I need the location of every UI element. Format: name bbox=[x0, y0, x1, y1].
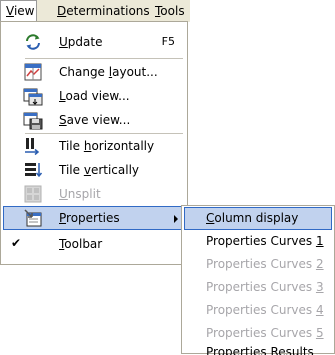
menu-item-tile-horizontally[interactable]: Tile horizontally bbox=[3, 134, 185, 158]
menu-view[interactable]: View bbox=[0, 0, 37, 22]
tile-vertical-icon bbox=[23, 160, 43, 180]
checkmark-icon: ✔ bbox=[10, 236, 22, 250]
menu-item-tile-vertically-label: Tile vertically bbox=[59, 163, 140, 177]
layout-icon bbox=[23, 62, 43, 82]
submenu-item-column-display[interactable]: Column display bbox=[184, 207, 332, 230]
submenu-item-properties-curves-3[interactable]: Properties Curves 3 bbox=[184, 276, 332, 299]
load-view-icon bbox=[23, 86, 43, 106]
menu-view-accelerator: V bbox=[6, 4, 14, 18]
properties-icon bbox=[23, 208, 43, 228]
update-shortcut: F5 bbox=[161, 35, 175, 48]
menu-item-toolbar[interactable]: ✔ Toolbar bbox=[3, 232, 185, 256]
menu-determinations-accelerator: D bbox=[57, 4, 67, 18]
save-view-icon bbox=[23, 110, 43, 130]
unsplit-icon bbox=[23, 184, 43, 204]
menu-separator bbox=[25, 58, 183, 59]
menu-item-change-layout-label: Change layout... bbox=[59, 65, 158, 79]
menu-item-unsplit-label: Unsplit bbox=[59, 187, 101, 201]
menu-item-save-view[interactable]: Save view... bbox=[3, 108, 185, 132]
tile-horizontal-icon bbox=[23, 136, 43, 156]
submenu-item-properties-curves-2[interactable]: Properties Curves 2 bbox=[184, 253, 332, 276]
menu-item-toolbar-label: Toolbar bbox=[59, 237, 103, 251]
menu-determinations[interactable]: Determinations bbox=[52, 0, 155, 22]
update-arrows-icon bbox=[23, 32, 43, 52]
menu-item-update-label: Update bbox=[59, 35, 103, 49]
menu-item-unsplit[interactable]: Unsplit bbox=[3, 182, 185, 206]
menu-item-update[interactable]: Update F5 bbox=[3, 30, 185, 54]
view-menu-dropdown: Update F5 Change layout... Load view... bbox=[0, 21, 188, 265]
properties-submenu: Column display Properties Curves 1 Prope… bbox=[181, 205, 335, 355]
menu-item-save-view-label: Save view... bbox=[59, 113, 131, 127]
submenu-arrow-icon bbox=[174, 215, 178, 223]
menu-item-tile-vertically[interactable]: Tile vertically bbox=[3, 158, 185, 182]
menu-tools[interactable]: Tools bbox=[150, 0, 190, 22]
menu-item-change-layout[interactable]: Change layout... bbox=[3, 60, 185, 84]
menubar: View Determinations Tools bbox=[0, 0, 190, 22]
menu-item-properties-label: Properties bbox=[59, 211, 120, 225]
menu-item-load-view[interactable]: Load view... bbox=[3, 84, 185, 108]
menu-item-properties[interactable]: Properties bbox=[3, 206, 185, 230]
submenu-item-properties-curves-4[interactable]: Properties Curves 4 bbox=[184, 299, 332, 322]
menu-item-load-view-label: Load view... bbox=[59, 89, 130, 103]
submenu-item-properties-results[interactable]: Properties Results bbox=[184, 342, 332, 355]
menu-item-tile-horizontally-label: Tile horizontally bbox=[59, 139, 155, 153]
submenu-item-properties-curves-1[interactable]: Properties Curves 1 bbox=[184, 230, 332, 253]
